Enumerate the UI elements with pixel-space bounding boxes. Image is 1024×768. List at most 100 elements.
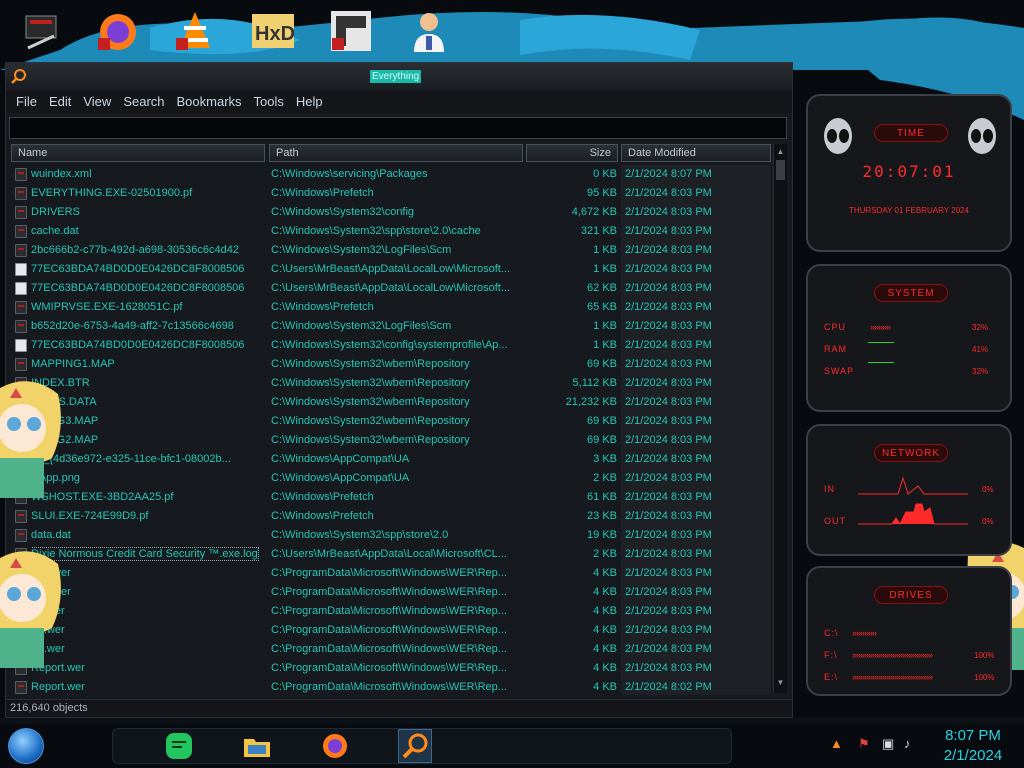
manager-shortcut-icon[interactable]: [326, 6, 376, 56]
cell-name-text: Report.wer: [31, 681, 85, 693]
table-row[interactable]: ort.wer C:\ProgramData\Microsoft\Windows\…: [9, 640, 771, 659]
table-row[interactable]: Dixie Normous Credit Card Security ™.exe…: [9, 545, 771, 564]
cell-path: C:\Windows\Prefetch: [271, 301, 374, 313]
cell-size: 0 KB: [593, 168, 617, 180]
volume-icon[interactable]: ♪: [904, 736, 911, 751]
drive-e-value: 100%: [974, 673, 995, 682]
cell-name-text: 77EC63BDA74BD0D0E0426DC8F8008506: [31, 263, 245, 275]
cell-size: 4,672 KB: [571, 206, 617, 218]
vlc-shortcut-icon[interactable]: [170, 6, 220, 56]
system-title: SYSTEM: [874, 284, 948, 302]
cell-size: 1 KB: [593, 339, 617, 351]
menu-bookmarks[interactable]: Bookmarks: [171, 91, 248, 113]
table-row[interactable]: EVERYTHING.EXE-02501900.pf C:\Windows\Pre…: [9, 184, 771, 203]
table-row[interactable]: MAPPING1.MAP C:\Windows\System32\wbem\Rep…: [9, 355, 771, 374]
cell-date-modified: 2/1/2024 8:03 PM: [625, 643, 712, 655]
cell-name: 77EC63BDA74BD0D0E0426DC8F8008506: [31, 336, 267, 355]
table-row[interactable]: icApp.png C:\Windows\AppCompat\UA 2 KB 2/1/…: [9, 469, 771, 488]
column-size[interactable]: Size: [526, 144, 618, 162]
cell-date-modified: 2/1/2024 8:03 PM: [625, 301, 712, 313]
cpu-value: 32%: [972, 323, 989, 332]
action-center-icon[interactable]: ⚑: [858, 736, 870, 752]
table-row[interactable]: Report.wer C:\ProgramData\Microsoft\Windo…: [9, 659, 771, 678]
table-row[interactable]: port.wer C:\ProgramData\Microsoft\Windows…: [9, 583, 771, 602]
cell-size: 4 KB: [593, 586, 617, 598]
scroll-up-icon[interactable]: ▲: [776, 146, 785, 158]
table-row[interactable]: port.wer C:\ProgramData\Microsoft\Windows…: [9, 564, 771, 583]
start-button[interactable]: [8, 728, 44, 764]
menu-search[interactable]: Search: [117, 91, 170, 113]
title-bar[interactable]: Everything: [6, 63, 792, 89]
table-row[interactable]: 77EC63BDA74BD0D0E0426DC8F8008506 C:\Windo…: [9, 336, 771, 355]
menu-tools[interactable]: Tools: [248, 91, 290, 113]
table-row[interactable]: WMIPRVSE.EXE-1628051C.pf C:\Windows\Prefe…: [9, 298, 771, 317]
search-input[interactable]: [9, 117, 787, 139]
tray-app-icon[interactable]: ▲: [830, 736, 843, 751]
scroll-thumb[interactable]: [776, 160, 785, 180]
table-row[interactable]: ort.wer C:\ProgramData\Microsoft\Windows\…: [9, 602, 771, 621]
menu-view[interactable]: View: [77, 91, 117, 113]
menu-help[interactable]: Help: [290, 91, 329, 113]
file-icon: [15, 529, 27, 542]
cell-name: data.dat: [31, 526, 267, 545]
cell-name: ort.wer: [31, 621, 267, 640]
table-row[interactable]: WSHOST.EXE-3BD2AA25.pf C:\Windows\Prefetc…: [9, 488, 771, 507]
table-row[interactable]: data.dat C:\Windows\System32\spp\store\2.…: [9, 526, 771, 545]
cell-name: ort.wer: [31, 640, 267, 659]
cell-date-modified: 2/1/2024 8:03 PM: [625, 510, 712, 522]
notes-app-icon[interactable]: [162, 729, 196, 763]
column-name[interactable]: Name: [11, 144, 265, 162]
net-in-value: 0%: [982, 485, 994, 494]
taskbar-clock[interactable]: 8:07 PM: [930, 727, 1016, 744]
cell-path: C:\Windows\System32\LogFiles\Scm: [271, 244, 452, 256]
time-widget: TIME 20:07:01 THURSDAY 01 FEBRUARY 2024: [806, 94, 1012, 252]
column-path[interactable]: Path: [269, 144, 523, 162]
table-row[interactable]: DRIVERS C:\Windows\System32\config 4,672 K…: [9, 203, 771, 222]
table-row[interactable]: PPING3.MAP C:\Windows\System32\wbem\Repos…: [9, 412, 771, 431]
table-row[interactable]: PPING2.MAP C:\Windows\System32\wbem\Repos…: [9, 431, 771, 450]
cell-date-modified: 2/1/2024 8:03 PM: [625, 187, 712, 199]
menu-file[interactable]: File: [10, 91, 43, 113]
table-row[interactable]: 77EC63BDA74BD0D0E0426DC8F8008506 C:\Users…: [9, 260, 771, 279]
ram-graph-line: [868, 342, 894, 343]
column-date-modified[interactable]: Date Modified: [621, 144, 771, 162]
cell-name: icApp.png: [31, 469, 267, 488]
tools-app-icon[interactable]: [16, 6, 66, 56]
net-out-label: OUT: [824, 516, 846, 526]
table-row[interactable]: cache.dat C:\Windows\System32\spp\store\2…: [9, 222, 771, 241]
everything-taskbar-icon[interactable]: [398, 729, 432, 763]
swap-label: SWAP: [824, 366, 855, 376]
scroll-down-icon[interactable]: ▼: [776, 677, 785, 689]
cell-name: wuindex.xml: [31, 165, 267, 184]
doctor-shortcut-icon[interactable]: [404, 6, 454, 56]
table-row[interactable]: on_{4d36e972-e325-11ce-bfc1-08002b... C:\…: [9, 450, 771, 469]
cell-date-modified: 2/1/2024 8:03 PM: [625, 529, 712, 541]
table-row[interactable]: ort.wer C:\ProgramData\Microsoft\Windows\…: [9, 621, 771, 640]
file-icon: [15, 358, 27, 371]
cell-size: 62 KB: [587, 282, 617, 294]
table-row[interactable]: SLUI.EXE-724E99D9.pf C:\Windows\Prefetch 2…: [9, 507, 771, 526]
taskbar-date[interactable]: 2/1/2024: [930, 747, 1016, 764]
cell-date-modified: 2/1/2024 8:03 PM: [625, 396, 712, 408]
table-row[interactable]: 2bc666b2-c77b-492d-a698-30536c6c4d42 C:\W…: [9, 241, 771, 260]
cell-date-modified: 2/1/2024 8:03 PM: [625, 339, 712, 351]
firefox-shortcut-icon[interactable]: [92, 6, 142, 56]
table-row[interactable]: JECTS.DATA C:\Windows\System32\wbem\Repos…: [9, 393, 771, 412]
table-row[interactable]: 77EC63BDA74BD0D0E0426DC8F8008506 C:\Users…: [9, 279, 771, 298]
cell-name-text: EVERYTHING.EXE-02501900.pf: [31, 187, 193, 199]
table-row[interactable]: INDEX.BTR C:\Windows\System32\wbem\Reposi…: [9, 374, 771, 393]
cell-name: Report.wer: [31, 659, 267, 678]
firefox-taskbar-icon[interactable]: [318, 729, 352, 763]
cell-path: C:\Windows\System32\config\systemprofile…: [271, 339, 508, 351]
cell-name-text: WMIPRVSE.EXE-1628051C.pf: [31, 301, 183, 313]
table-row[interactable]: b652d20e-6753-4a49-aff2-7c13566c4698 C:\W…: [9, 317, 771, 336]
table-row[interactable]: Report.wer C:\ProgramData\Microsoft\Windo…: [9, 678, 771, 695]
table-row[interactable]: wuindex.xml C:\Windows\servicing\Packages…: [9, 165, 771, 184]
file-explorer-icon[interactable]: [240, 729, 274, 763]
network-icon[interactable]: ▣: [882, 736, 894, 752]
cell-size: 69 KB: [587, 358, 617, 370]
hxd-shortcut-icon[interactable]: HxD: [248, 6, 298, 56]
menu-edit[interactable]: Edit: [43, 91, 77, 113]
vertical-scrollbar[interactable]: ▲ ▼: [773, 144, 787, 693]
cell-date-modified: 2/1/2024 8:03 PM: [625, 567, 712, 579]
